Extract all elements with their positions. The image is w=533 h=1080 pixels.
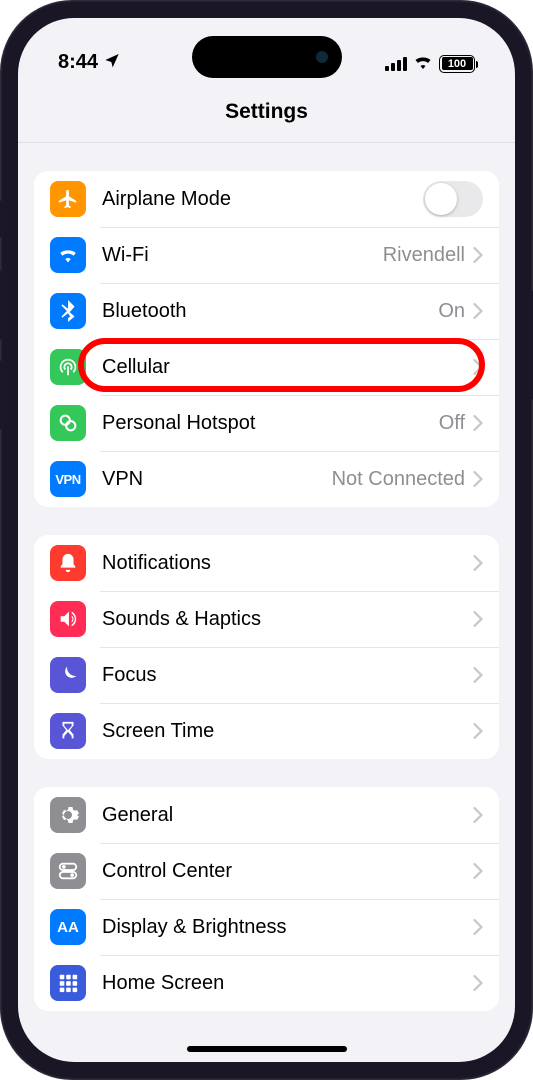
airplane-icon [50,181,86,217]
chevron-right-icon [473,555,483,571]
row-focus[interactable]: Focus [34,647,499,703]
row-screentime[interactable]: Screen Time [34,703,499,759]
chevron-right-icon [473,247,483,263]
row-label: Wi-Fi [102,244,383,267]
gear-icon [50,797,86,833]
row-label: Home Screen [102,972,473,995]
row-label: Control Center [102,860,473,883]
row-label: Display & Brightness [102,916,473,939]
row-display[interactable]: AA Display & Brightness [34,899,499,955]
home-indicator[interactable] [187,1046,347,1052]
row-label: Cellular [102,356,473,379]
row-label: VPN [102,468,332,491]
chevron-right-icon [473,919,483,935]
hotspot-icon [50,405,86,441]
row-label: Bluetooth [102,300,438,323]
settings-content[interactable]: Airplane Mode Wi-Fi Rivendell Bluetooth [18,171,515,1011]
chevron-right-icon [473,611,483,627]
chevron-right-icon [473,303,483,319]
row-vpn[interactable]: VPN VPN Not Connected [34,451,499,507]
row-cellular[interactable]: Cellular [34,339,499,395]
row-label: Airplane Mode [102,188,423,211]
chevron-right-icon [473,807,483,823]
battery-level: 100 [442,57,473,70]
row-controlcenter[interactable]: Control Center [34,843,499,899]
chevron-right-icon [473,471,483,487]
row-homescreen[interactable]: Home Screen [34,955,499,1011]
bluetooth-icon [50,293,86,329]
bell-icon [50,545,86,581]
row-label: Focus [102,664,473,687]
volume-up-button [0,270,2,340]
switches-icon [50,853,86,889]
row-hotspot[interactable]: Personal Hotspot Off [34,395,499,451]
row-value: Rivendell [383,244,465,267]
cellular-signal-icon [385,57,407,71]
grid-icon [50,965,86,1001]
settings-group-alerts: Notifications Sounds & Haptics Focus [34,535,499,759]
chevron-right-icon [473,359,483,375]
row-value: On [438,300,465,323]
page-title: Settings [18,76,515,143]
device-frame: 8:44 100 Settings [0,0,533,1080]
chevron-right-icon [473,863,483,879]
row-label: Screen Time [102,720,473,743]
row-label: Sounds & Haptics [102,608,473,631]
row-general[interactable]: General [34,787,499,843]
cellular-icon [50,349,86,385]
chevron-right-icon [473,723,483,739]
battery-icon: 100 [439,55,475,73]
row-notifications[interactable]: Notifications [34,535,499,591]
airplane-toggle[interactable] [423,181,483,217]
chevron-right-icon [473,415,483,431]
chevron-right-icon [473,667,483,683]
vpn-icon: VPN [50,461,86,497]
status-time: 8:44 [58,51,98,74]
row-label: Notifications [102,552,473,575]
volume-down-button [0,360,2,430]
front-camera [316,51,328,63]
row-label: General [102,804,473,827]
settings-group-connectivity: Airplane Mode Wi-Fi Rivendell Bluetooth [34,171,499,507]
wifi-icon [50,237,86,273]
screen: 8:44 100 Settings [18,18,515,1062]
speaker-icon [50,601,86,637]
row-label: Personal Hotspot [102,412,439,435]
hourglass-icon [50,713,86,749]
row-bluetooth[interactable]: Bluetooth On [34,283,499,339]
wifi-status-icon [413,53,433,74]
settings-group-system: General Control Center AA Display & Brig… [34,787,499,1011]
row-value: Not Connected [332,468,465,491]
row-wifi[interactable]: Wi-Fi Rivendell [34,227,499,283]
row-value: Off [439,412,465,435]
chevron-right-icon [473,975,483,991]
row-sounds[interactable]: Sounds & Haptics [34,591,499,647]
location-icon [104,52,120,73]
mute-switch [0,200,2,238]
dynamic-island [192,36,342,78]
row-airplane[interactable]: Airplane Mode [34,171,499,227]
text-size-icon: AA [50,909,86,945]
moon-icon [50,657,86,693]
